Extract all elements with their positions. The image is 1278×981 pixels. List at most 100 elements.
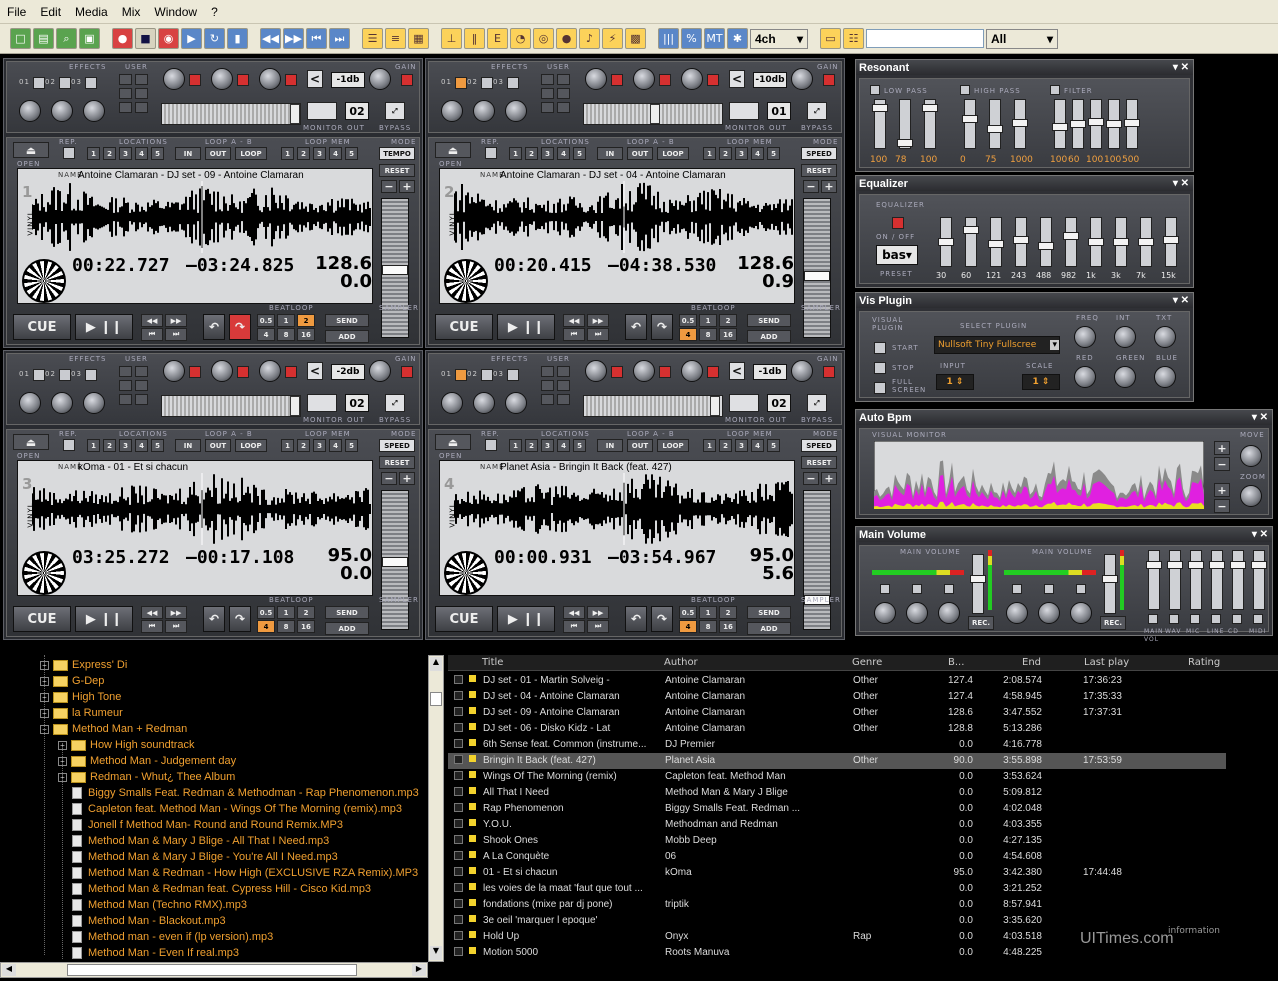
kill-button[interactable] xyxy=(707,366,719,378)
eq-icon[interactable]: E xyxy=(487,28,508,49)
fx-toggle[interactable] xyxy=(33,77,45,89)
slider-thumb[interactable] xyxy=(290,396,300,416)
bypass-button[interactable]: ⤢ xyxy=(807,102,827,120)
row-checkbox[interactable] xyxy=(454,723,463,732)
pitch-minus-button[interactable]: − xyxy=(803,472,819,485)
fx-toggle[interactable] xyxy=(85,77,97,89)
scroll-thumb[interactable] xyxy=(430,692,442,706)
bars-icon[interactable]: ||| xyxy=(658,28,679,49)
undo-button[interactable]: ↶ xyxy=(203,606,225,632)
user-button[interactable] xyxy=(541,102,554,113)
move-knob[interactable] xyxy=(1240,445,1262,467)
resonant-fader[interactable] xyxy=(872,99,888,149)
beatloop-button[interactable]: 0.5 xyxy=(257,606,275,619)
grid-icon[interactable]: ▩ xyxy=(625,28,646,49)
row-checkbox[interactable] xyxy=(454,755,463,764)
col-rating[interactable]: Rating xyxy=(1188,657,1220,668)
resonant-fader[interactable] xyxy=(1088,99,1104,149)
menu-mix[interactable]: Mix xyxy=(115,5,148,19)
beatloop-button[interactable]: 0.5 xyxy=(679,314,697,327)
close-icon[interactable]: ▾ ✕ xyxy=(1252,412,1272,423)
bolt-icon[interactable]: ⚡ xyxy=(602,28,623,49)
fx-knob[interactable] xyxy=(473,392,495,414)
fx-toggle[interactable] xyxy=(33,369,45,381)
playlist-row[interactable]: Rap Phenomenon Biggy Smalls Feat. Redman … xyxy=(448,801,1278,817)
eject-icon[interactable]: ⏏ xyxy=(13,142,49,158)
channels-select[interactable]: 4ch ▾ xyxy=(750,28,808,49)
fader-thumb[interactable] xyxy=(1138,238,1154,246)
vis-knob[interactable] xyxy=(1154,326,1176,348)
fx-knob[interactable] xyxy=(51,392,73,414)
fader-thumb[interactable] xyxy=(1063,232,1079,240)
row-checkbox[interactable] xyxy=(454,867,463,876)
channel-mute[interactable] xyxy=(1190,614,1200,624)
gain-knob[interactable] xyxy=(791,360,813,382)
loop-mem-button[interactable]: 1 xyxy=(281,439,294,452)
loop-mem-button[interactable]: 1 xyxy=(703,147,716,160)
record-button[interactable]: REC. xyxy=(1100,616,1126,630)
volume-knob[interactable] xyxy=(1006,602,1028,624)
location-button[interactable]: 5 xyxy=(573,439,586,452)
fx-toggle[interactable] xyxy=(85,369,97,381)
filter-select[interactable]: All ▾ xyxy=(986,28,1058,49)
sampler-send-button[interactable]: SEND xyxy=(747,314,791,327)
eq-preset-select[interactable]: bas ▾ xyxy=(876,245,918,265)
location-button[interactable]: 4 xyxy=(557,147,570,160)
beatloop-button[interactable]: 2 xyxy=(719,606,737,619)
loop-mem-button[interactable]: 5 xyxy=(767,439,780,452)
loop-in-button[interactable]: IN xyxy=(597,147,623,160)
row-checkbox[interactable] xyxy=(454,947,463,956)
fader-thumb[interactable] xyxy=(988,240,1004,248)
record-icon[interactable]: ● xyxy=(112,28,133,49)
rewind-button[interactable]: ◀◀ xyxy=(141,606,163,619)
beatloop-button[interactable]: 16 xyxy=(297,620,315,633)
play-icon[interactable]: ▶ xyxy=(181,28,202,49)
vinyl-spiral-icon[interactable] xyxy=(444,551,488,595)
forward-icon[interactable]: ▶▶ xyxy=(283,28,304,49)
mode-button[interactable]: SPEED xyxy=(801,147,837,160)
col-genre[interactable]: Genre xyxy=(852,657,882,668)
open-icon[interactable]: ▤ xyxy=(33,28,54,49)
playlist-row[interactable]: Bringin It Back (feat. 427) Planet Asia Ot… xyxy=(448,753,1226,769)
eq-band-fader[interactable] xyxy=(1063,217,1079,267)
loop-out-button[interactable]: OUT xyxy=(205,147,231,160)
scroll-up-icon[interactable]: ▲ xyxy=(430,657,442,671)
fader-thumb[interactable] xyxy=(1102,575,1118,583)
rep-toggle[interactable] xyxy=(485,439,497,451)
loop-in-button[interactable]: IN xyxy=(597,439,623,452)
channel-fader[interactable] xyxy=(1188,550,1204,610)
eq-band-fader[interactable] xyxy=(1163,217,1179,267)
fader-thumb[interactable] xyxy=(1012,119,1028,127)
location-button[interactable]: 4 xyxy=(135,439,148,452)
undo-button[interactable]: ↶ xyxy=(203,314,225,340)
close-icon[interactable]: ▾ ✕ xyxy=(1252,529,1272,540)
pitch-plus-button[interactable]: + xyxy=(821,180,837,193)
tree-item[interactable]: Jonell f Method Man- Round and Round Rem… xyxy=(72,817,343,833)
master-fader[interactable] xyxy=(970,554,986,614)
pitch-slider[interactable] xyxy=(381,490,409,630)
chevron-left-icon[interactable]: < xyxy=(307,70,323,88)
row-checkbox[interactable] xyxy=(454,707,463,716)
fader-thumb[interactable] xyxy=(1124,119,1140,127)
filter-toggle[interactable] xyxy=(1050,85,1060,95)
eq-knob[interactable] xyxy=(681,68,703,90)
loop-button[interactable]: LOOP xyxy=(235,147,267,160)
beatloop-button[interactable]: 16 xyxy=(719,620,737,633)
location-button[interactable]: 3 xyxy=(541,439,554,452)
fx-toggle[interactable] xyxy=(59,369,71,381)
gain-knob[interactable] xyxy=(791,68,813,90)
sampler-add-button[interactable]: ADD xyxy=(747,622,791,635)
pitch-plus-button[interactable]: + xyxy=(399,180,415,193)
user-button[interactable] xyxy=(119,88,132,99)
disc-icon[interactable]: ● xyxy=(556,28,577,49)
filter-toggle[interactable] xyxy=(960,85,970,95)
row-checkbox[interactable] xyxy=(454,675,463,684)
location-button[interactable]: 3 xyxy=(119,147,132,160)
chevron-left-icon[interactable]: < xyxy=(729,362,745,380)
loop-mem-button[interactable]: 5 xyxy=(767,147,780,160)
vis-stop-check[interactable] xyxy=(874,362,886,374)
eq-onoff-button[interactable] xyxy=(892,217,904,229)
fx-knob[interactable] xyxy=(51,100,73,122)
chevron-left-icon[interactable]: < xyxy=(729,70,745,88)
beatloop-button[interactable]: 8 xyxy=(699,620,717,633)
